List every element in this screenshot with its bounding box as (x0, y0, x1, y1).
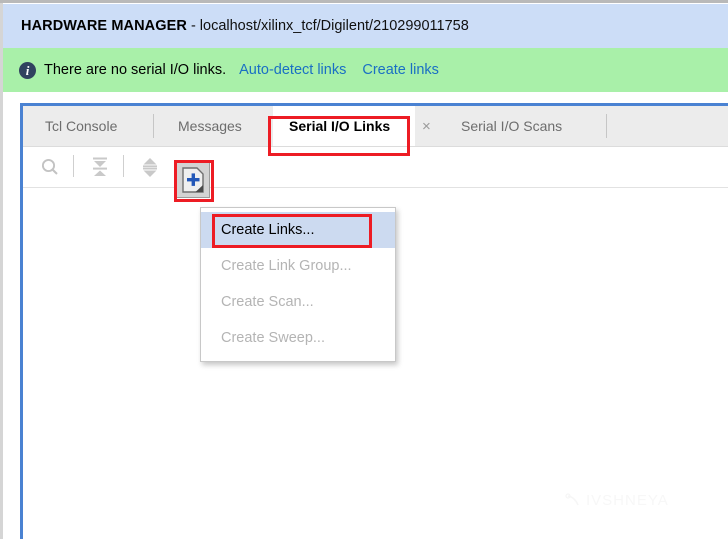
menu-item-create-scan: Create Scan... (201, 284, 395, 320)
expand-all-icon[interactable] (135, 152, 165, 182)
create-links-context-menu[interactable]: Create Links... Create Link Group... Cre… (200, 207, 396, 362)
tab-serial-io-links-label: Serial I/O Links (289, 118, 391, 134)
add-new-icon[interactable] (176, 162, 210, 198)
collapse-all-icon[interactable] (85, 152, 115, 182)
tab-messages-label: Messages (178, 118, 242, 134)
info-banner: i There are no serial I/O links. Auto-de… (3, 48, 728, 92)
tab-serial-io-links[interactable]: Serial I/O Links (273, 106, 415, 146)
menu-item-create-links-label: Create Links... (221, 222, 315, 238)
panel-tab-strip: Tcl Console Messages Serial I/O Links × … (23, 106, 728, 147)
tab-divider-1 (153, 114, 154, 138)
menu-item-create-link-group: Create Link Group... (201, 248, 395, 284)
tab-tcl-console[interactable]: Tcl Console (29, 106, 133, 146)
tab-serial-io-scans-label: Serial I/O Scans (461, 118, 563, 134)
toolbar-divider-1 (73, 155, 74, 177)
watermark: IVSHNEYA (565, 492, 669, 509)
close-icon[interactable]: × (422, 119, 431, 134)
search-icon[interactable] (35, 152, 65, 182)
hardware-manager-header: HARDWARE MANAGER - localhost/xilinx_tcf/… (3, 4, 728, 48)
menu-item-create-link-group-label: Create Link Group... (221, 258, 352, 274)
menu-item-create-sweep-label: Create Sweep... (221, 330, 325, 346)
hardware-manager-window: HARDWARE MANAGER - localhost/xilinx_tcf/… (0, 0, 728, 539)
info-icon: i (19, 61, 36, 79)
tab-divider-2 (606, 114, 607, 138)
tab-tcl-console-label: Tcl Console (45, 118, 118, 134)
panel-toolbar (23, 147, 728, 188)
watermark-text: IVSHNEYA (586, 492, 669, 509)
create-links-link[interactable]: Create links (362, 62, 439, 78)
window-top-divider (0, 0, 728, 3)
menu-item-create-links[interactable]: Create Links... (201, 212, 395, 248)
page-title: HARDWARE MANAGER (21, 18, 187, 34)
menu-item-create-scan-label: Create Scan... (221, 294, 314, 310)
auto-detect-links-link[interactable]: Auto-detect links (239, 62, 346, 78)
watermark-logo-icon (565, 492, 579, 505)
page-title-target: - localhost/xilinx_tcf/Digilent/21029901… (190, 18, 469, 34)
toolbar-divider-2 (123, 155, 124, 177)
menu-item-create-sweep: Create Sweep... (201, 320, 395, 356)
tab-serial-io-scans[interactable]: Serial I/O Scans (445, 106, 578, 146)
tab-messages[interactable]: Messages (162, 106, 258, 146)
info-banner-message: There are no serial I/O links. (44, 62, 227, 78)
